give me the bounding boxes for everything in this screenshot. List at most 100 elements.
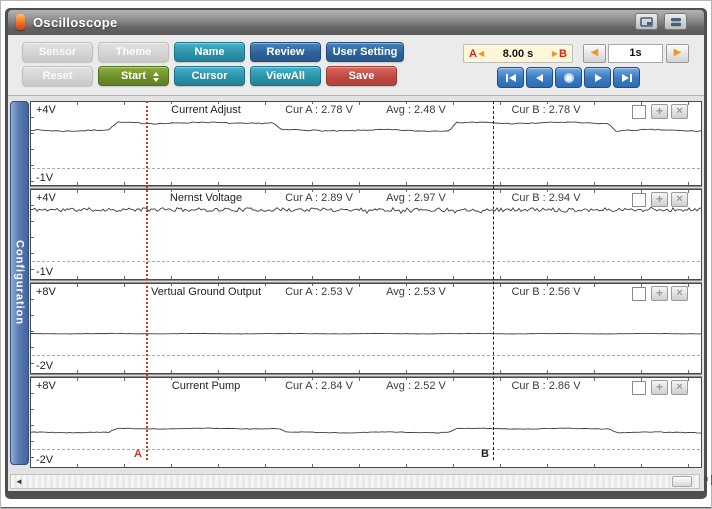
play-button[interactable]: [584, 67, 611, 88]
tick-marks: [31, 284, 34, 373]
cursor-button[interactable]: Cursor: [174, 66, 245, 86]
channel-checkbox[interactable]: [632, 193, 646, 207]
start-spinner-icon[interactable]: [153, 72, 159, 82]
ab-time-value: 8.00 s: [484, 48, 552, 60]
cursor-a-readout: Cur A : 2.78 V: [283, 104, 355, 116]
restore-window-icon: [640, 17, 653, 27]
viewall-button[interactable]: ViewAll: [250, 66, 321, 86]
user-setting-button[interactable]: User Setting: [326, 42, 404, 62]
tick-marks: [31, 370, 701, 373]
cursor-b-readout: Cur B : 2.78 V: [509, 104, 582, 116]
step-back-icon: [533, 73, 547, 83]
add-channel-button[interactable]: +: [651, 286, 668, 301]
cursor-a-readout: Cur A : 2.84 V: [283, 380, 355, 392]
app-icon: [16, 14, 25, 30]
skip-to-end-icon: [620, 73, 634, 83]
waveform-trace: [31, 379, 702, 468]
cursor-b-readout: Cur B : 2.56 V: [509, 286, 582, 298]
cursor-b-label: B: [558, 48, 568, 60]
vmin-label: -1V: [36, 266, 53, 278]
minimize-window-button[interactable]: [664, 13, 687, 30]
waveform-trace: [31, 191, 702, 280]
play-icon: [591, 73, 605, 83]
theme-button[interactable]: Theme: [98, 42, 169, 62]
avg-readout: Avg : 2.53 V: [384, 286, 448, 298]
add-channel-button[interactable]: +: [651, 104, 668, 119]
vmin-label: -2V: [36, 360, 53, 372]
skip-to-end-button[interactable]: [613, 67, 640, 88]
titlebar: Oscilloscope: [8, 10, 704, 35]
timebase-field[interactable]: 1s: [608, 44, 663, 63]
channel-title: Current Adjust: [166, 104, 246, 116]
scroll-left-arrow-icon[interactable]: ◄: [15, 477, 23, 487]
scrollbar-thumb[interactable]: [672, 476, 692, 487]
restore-window-button[interactable]: [635, 13, 658, 30]
waveform-trace: [31, 103, 702, 186]
resize-grip-icon[interactable]: ◄: [702, 475, 712, 485]
channel-checkbox[interactable]: [632, 287, 646, 301]
review-button[interactable]: Review: [250, 42, 321, 62]
channel-checkbox[interactable]: [632, 381, 646, 395]
tick-marks: [31, 378, 34, 467]
screenshot-frame: Oscilloscope Sensor Theme Name Review Us…: [0, 0, 712, 509]
tick-marks: [31, 190, 701, 193]
tick-marks: [31, 182, 701, 185]
timebase-increase-button[interactable]: ▶: [666, 44, 689, 63]
channel-panel: +4V -1V Nernst Voltage Cur A : 2.89 V Av…: [30, 189, 702, 280]
channel-panel: +4V -1V Current Adjust Cur A : 2.78 V Av…: [30, 101, 702, 186]
zero-volt-gridline: [32, 168, 700, 169]
skip-to-start-icon: [504, 73, 518, 83]
vmax-label: +8V: [36, 286, 56, 298]
cursor-a-label: A: [468, 48, 478, 60]
cursor-b-readout: Cur B : 2.94 V: [509, 192, 582, 204]
channels-stack: +4V -1V Current Adjust Cur A : 2.78 V Av…: [30, 101, 702, 468]
add-channel-button[interactable]: +: [651, 380, 668, 395]
avg-readout: Avg : 2.52 V: [384, 380, 448, 392]
reset-button[interactable]: Reset: [22, 66, 93, 86]
name-button[interactable]: Name: [174, 42, 245, 62]
channel-title: Nernst Voltage: [165, 192, 247, 204]
stop-button[interactable]: [555, 67, 582, 88]
tick-marks: [31, 102, 701, 105]
tick-marks: [31, 378, 701, 381]
ab-cursor-time-panel[interactable]: A ◀ 8.00 s ▶ B: [463, 44, 573, 63]
tick-marks: [31, 102, 34, 185]
zero-volt-gridline: [32, 261, 700, 262]
avg-readout: Avg : 2.48 V: [384, 104, 448, 116]
cursor-a-readout: Cur A : 2.53 V: [283, 286, 355, 298]
zero-volt-gridline: [32, 449, 700, 450]
main-area: Configuration +4V -1V Current Adjust Cur…: [8, 95, 704, 491]
horizontal-scrollbar[interactable]: ◄: [10, 474, 700, 489]
close-channel-button[interactable]: ×: [671, 286, 688, 301]
tick-marks: [31, 276, 701, 279]
vmax-label: +4V: [36, 104, 56, 116]
avg-readout: Avg : 2.97 V: [384, 192, 448, 204]
close-channel-button[interactable]: ×: [671, 192, 688, 207]
channel-checkbox[interactable]: [632, 105, 646, 119]
configuration-tab-label: Configuration: [14, 240, 26, 325]
waveform-trace: [31, 285, 702, 374]
minimize-window-icon: [670, 17, 682, 27]
vmax-label: +4V: [36, 192, 56, 204]
stop-icon: [562, 72, 576, 84]
vmax-label: +8V: [36, 380, 56, 392]
tick-marks: [31, 284, 701, 287]
cursor-a-readout: Cur A : 2.89 V: [283, 192, 355, 204]
grip-arrow: ◄: [702, 475, 709, 485]
configuration-tab[interactable]: Configuration: [10, 101, 29, 465]
close-channel-button[interactable]: ×: [671, 380, 688, 395]
save-button[interactable]: Save: [326, 66, 397, 86]
skip-to-start-button[interactable]: [497, 67, 524, 88]
add-channel-button[interactable]: +: [651, 192, 668, 207]
oscilloscope-window: Oscilloscope Sensor Theme Name Review Us…: [5, 8, 707, 499]
timebase-decrease-button[interactable]: ◀: [583, 44, 606, 63]
close-channel-button[interactable]: ×: [671, 104, 688, 119]
step-back-button[interactable]: [526, 67, 553, 88]
channel-title: Current Pump: [167, 380, 245, 392]
start-button-label: Start: [121, 70, 146, 82]
channel-title: Vertual Ground Output: [146, 286, 266, 298]
channel-panel: +8V -2V Vertual Ground Output Cur A : 2.…: [30, 283, 702, 374]
start-button[interactable]: Start: [98, 66, 169, 86]
zero-volt-gridline: [32, 355, 700, 356]
sensor-button[interactable]: Sensor: [22, 42, 93, 62]
